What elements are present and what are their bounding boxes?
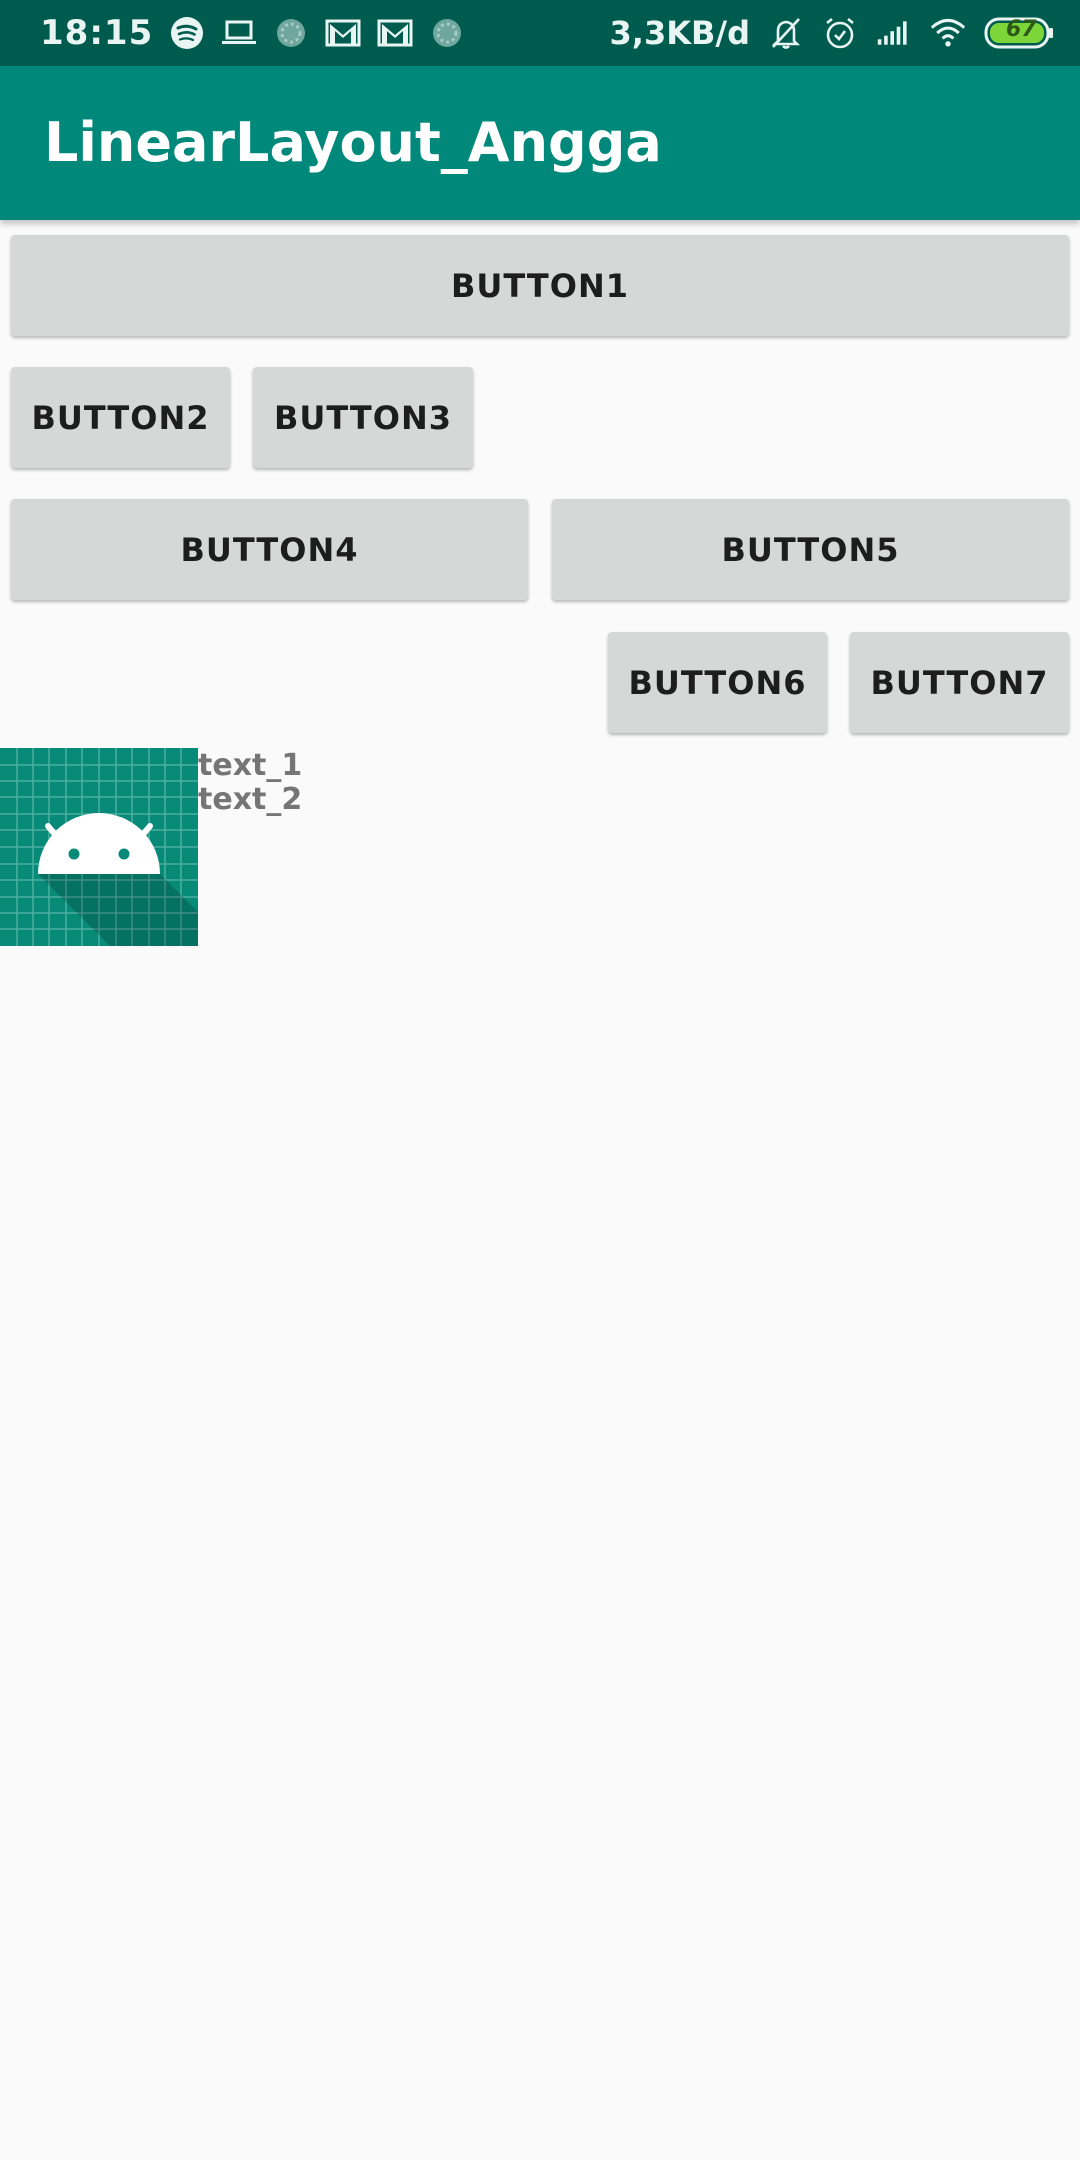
mute-icon <box>768 15 804 51</box>
battery-icon: 67 <box>984 16 1054 50</box>
button7[interactable]: Button7 <box>850 632 1069 733</box>
button5[interactable]: Button5 <box>552 499 1069 600</box>
status-bar-right: 3,3KB/d 67 <box>610 0 1054 66</box>
text-1: text_1 <box>198 748 303 783</box>
alarm-icon <box>822 15 858 51</box>
signal-icon <box>876 15 912 51</box>
loading-icon <box>273 15 309 51</box>
button4[interactable]: Button4 <box>11 499 528 600</box>
app-title: LinearLayout_Angga <box>44 111 662 174</box>
spotify-icon <box>169 15 205 51</box>
button2[interactable]: Button2 <box>11 367 230 468</box>
status-clock: 18:15 <box>40 13 154 53</box>
status-bar: 18:15 3,3KB/d 67 <box>0 0 1080 66</box>
wifi-icon <box>930 15 966 51</box>
button3[interactable]: Button3 <box>253 367 473 468</box>
net-speed: 3,3KB/d <box>609 14 750 52</box>
loading-icon <box>429 15 465 51</box>
android-launcher-icon <box>0 748 198 946</box>
text-2: text_2 <box>198 782 303 817</box>
status-bar-left: 18:15 <box>40 0 465 66</box>
button6[interactable]: Button6 <box>608 632 827 733</box>
laptop-icon <box>221 15 257 51</box>
button1[interactable]: Button1 <box>11 235 1069 336</box>
app-bar: LinearLayout_Angga <box>0 66 1080 220</box>
gmail-icon <box>325 15 361 51</box>
gmail-icon <box>377 15 413 51</box>
battery-level: 67 <box>1006 17 1037 42</box>
